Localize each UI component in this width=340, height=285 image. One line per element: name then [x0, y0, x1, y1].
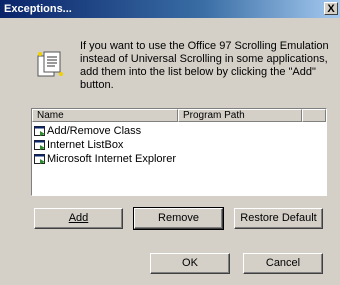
- exceptions-dialog: Exceptions... X If you want to use the O…: [0, 0, 340, 285]
- window-icon: [34, 140, 45, 150]
- list-header: Name Program Path: [32, 109, 326, 122]
- add-button-label: Add: [68, 212, 89, 224]
- window-title: Exceptions...: [4, 3, 72, 15]
- ok-button[interactable]: OK: [150, 253, 230, 274]
- restore-default-button-label: Restore Default: [240, 212, 317, 224]
- window-icon: [34, 126, 45, 136]
- ok-button-label: OK: [182, 257, 198, 269]
- list-item-name: Internet ListBox: [47, 139, 124, 151]
- restore-default-button[interactable]: Restore Default: [234, 208, 323, 229]
- list-item-name: Add/Remove Class: [47, 125, 142, 137]
- document-list-icon: [37, 51, 63, 77]
- instruction-text: If you want to use the Office 97 Scrolli…: [80, 40, 329, 91]
- remove-button[interactable]: Remove: [133, 207, 224, 230]
- add-button[interactable]: Add: [34, 208, 123, 229]
- remove-button-label: Remove: [158, 212, 199, 224]
- list-item-name: Microsoft Internet Explorer: [47, 153, 176, 165]
- cancel-button[interactable]: Cancel: [243, 253, 323, 274]
- title-bar[interactable]: Exceptions... X: [0, 0, 340, 18]
- column-header-empty: [302, 109, 326, 122]
- exceptions-list[interactable]: Name Program Path Add/Remove Class Inter…: [31, 108, 327, 196]
- column-header-name[interactable]: Name: [32, 109, 178, 122]
- column-header-program-path[interactable]: Program Path: [178, 109, 302, 122]
- cancel-button-label: Cancel: [265, 257, 301, 269]
- window-icon: [34, 154, 45, 164]
- close-button[interactable]: X: [324, 2, 338, 15]
